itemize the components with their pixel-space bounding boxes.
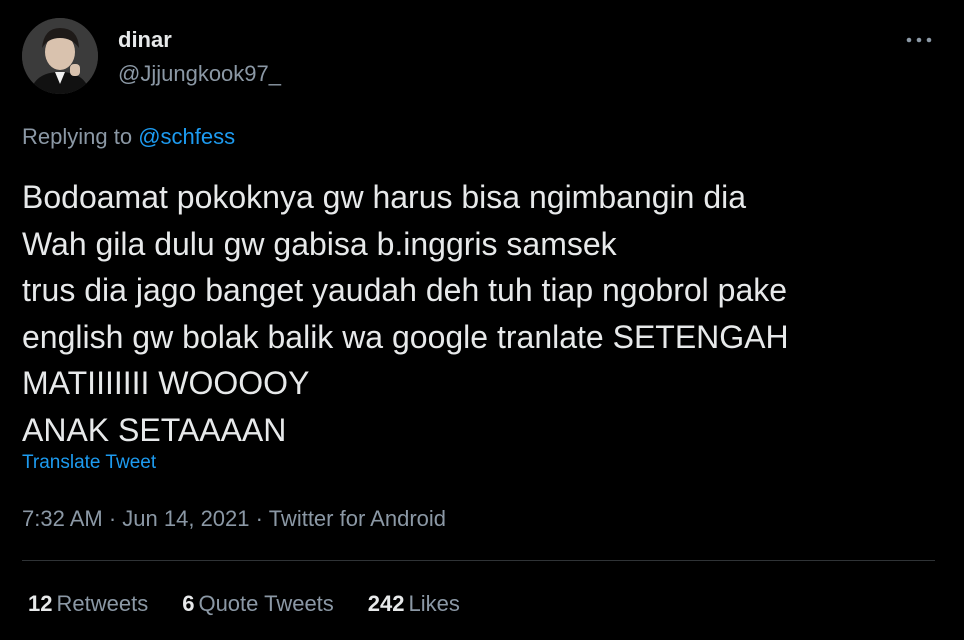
tweet-source[interactable]: Twitter for Android bbox=[269, 506, 446, 531]
tweet-stats: 12 Retweets 6 Quote Tweets 242 Likes bbox=[28, 591, 494, 617]
display-name[interactable]: dinar bbox=[118, 27, 172, 53]
tweet-line: english gw bolak balik wa google tranlat… bbox=[22, 318, 789, 355]
tweet-date[interactable]: Jun 14, 2021 bbox=[122, 506, 249, 531]
likes-stat[interactable]: 242 Likes bbox=[368, 591, 460, 617]
meta-separator: · bbox=[255, 506, 263, 531]
reply-mention-link[interactable]: @schfess bbox=[138, 124, 235, 149]
replying-to-label: Replying to bbox=[22, 124, 133, 149]
tweet-line: Wah gila dulu gw gabisa b.inggris samsek bbox=[22, 225, 617, 262]
tweet-line: ANAK SETAAAAN bbox=[22, 411, 287, 448]
tweet-line: MATIIIIIII WOOOOY bbox=[22, 365, 310, 401]
retweets-count: 12 bbox=[28, 591, 53, 616]
avatar[interactable] bbox=[22, 18, 98, 94]
retweets-stat[interactable]: 12 Retweets bbox=[28, 591, 148, 617]
meta-separator: · bbox=[108, 506, 117, 531]
retweets-label: Retweets bbox=[56, 591, 149, 616]
tweet-line: Bodoamat pokoknya gw harus bisa ngimbang… bbox=[22, 179, 747, 215]
tweet-time[interactable]: 7:32 AM bbox=[22, 506, 103, 531]
translate-tweet-link[interactable]: Translate Tweet bbox=[22, 452, 156, 474]
more-icon[interactable] bbox=[904, 32, 934, 48]
tweet-line: trus dia jago banget yaudah deh tuh tiap… bbox=[22, 272, 788, 308]
likes-count: 242 bbox=[367, 591, 405, 616]
quote-tweets-label: Quote Tweets bbox=[198, 591, 334, 616]
divider bbox=[22, 560, 935, 561]
tweet-text: Bodoamat pokoknya gw harus bisa ngimbang… bbox=[22, 174, 942, 453]
user-handle[interactable]: @Jjjungkook97_ bbox=[118, 61, 281, 87]
tweet-meta: 7:32 AM · Jun 14, 2021 · Twitter for And… bbox=[22, 506, 446, 532]
likes-label: Likes bbox=[408, 591, 460, 616]
quote-tweets-count: 6 bbox=[182, 591, 195, 616]
tweet-header: dinar @Jjjungkook97_ bbox=[22, 18, 942, 96]
quote-tweets-stat[interactable]: 6 Quote Tweets bbox=[182, 591, 334, 617]
replying-to: Replying to @schfess bbox=[22, 124, 235, 150]
